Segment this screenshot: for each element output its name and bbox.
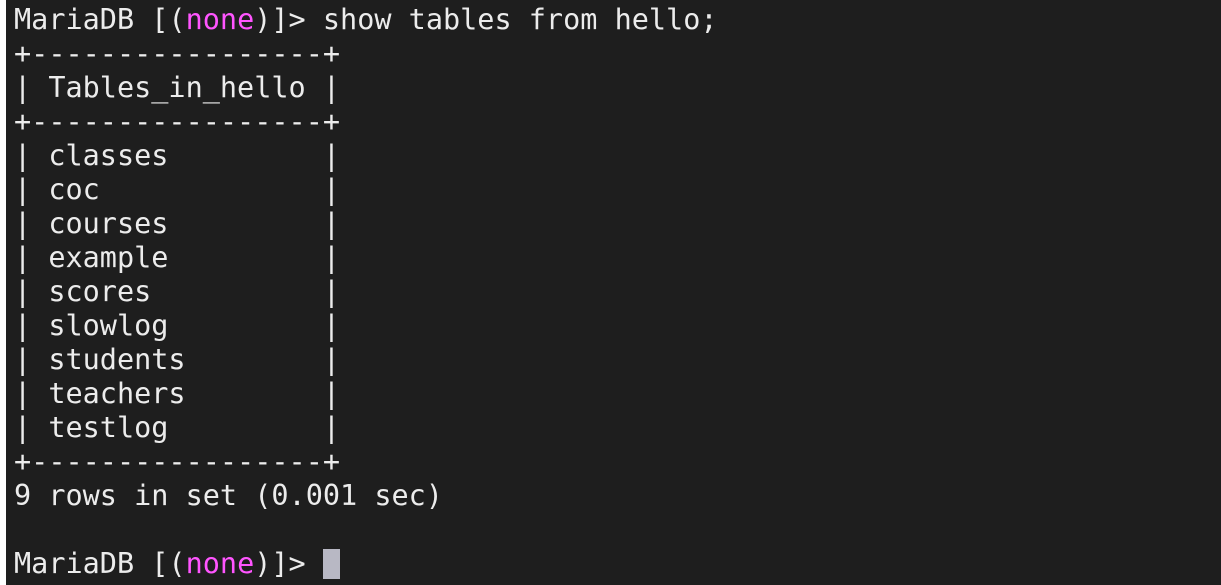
table-header: | Tables_in_hello | (14, 71, 341, 104)
prompt-database: none (185, 3, 255, 36)
prompt-suffix: )]> (254, 547, 323, 580)
table-row: | students | (14, 343, 341, 376)
table-row: | testlog | (14, 411, 341, 444)
prompt-prefix: MariaDB [( (14, 547, 186, 580)
prompt-prefix: MariaDB [( (14, 3, 186, 36)
table-row: | classes | (14, 139, 341, 172)
prompt-suffix: )]> (254, 3, 323, 36)
prompt-line-command: MariaDB [(none)]> show tables from hello… (14, 3, 1221, 37)
table-row: | scores | (14, 275, 341, 308)
block-cursor-icon (322, 549, 340, 579)
table-border-header: +-----------------+ (14, 105, 341, 138)
table-border-bottom: +-----------------+ (14, 445, 341, 478)
prompt-database: none (185, 547, 255, 580)
prompt-line-active[interactable]: MariaDB [(none)]> (14, 547, 1221, 581)
command-text: show tables from hello; (322, 3, 718, 36)
table-row: | example | (14, 241, 341, 274)
table-row: | coc | (14, 173, 341, 206)
table-border-top: +-----------------+ (14, 37, 341, 70)
table-row: | teachers | (14, 377, 341, 410)
result-summary: 9 rows in set (0.001 sec) (14, 479, 443, 512)
table-row: | courses | (14, 207, 341, 240)
table-row: | slowlog | (14, 309, 341, 342)
terminal-window[interactable]: MariaDB [(none)]> show tables from hello… (0, 0, 1221, 585)
